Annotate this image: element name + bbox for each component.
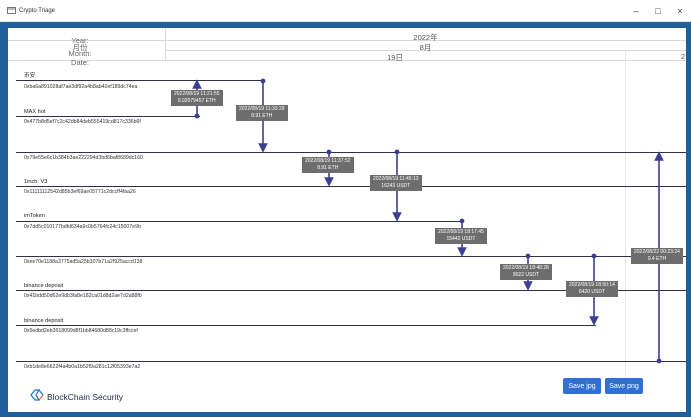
tx-label[interactable]: 2022/08/22 00:23:24 0.4 ETH [631, 248, 683, 264]
tx-label[interactable]: 2022/08/19 18:50:14 6420 USDT [566, 281, 618, 297]
flow-node [394, 149, 400, 155]
logo-icon [30, 388, 44, 406]
tx-label[interactable]: 2022/08/19 11:21:55 8.92079457 ETH [171, 90, 223, 106]
logo-text: BlockChain Security [47, 392, 124, 402]
minimize-button[interactable]: – [625, 0, 647, 22]
app-window: Crypto Triage – □ × Year: 月份 Month: Date… [0, 0, 691, 417]
tx-label[interactable]: 2022/08/19 11:45:13 16243 USDT [370, 175, 422, 191]
flow-node [326, 149, 332, 155]
save-png-button[interactable]: Save png [605, 378, 643, 394]
flow-arrows [192, 78, 664, 364]
flow-node [525, 253, 531, 259]
flow-node [260, 78, 266, 84]
maximize-button[interactable]: □ [647, 0, 669, 22]
flow-node [656, 358, 662, 364]
logo: BlockChain Security [30, 388, 123, 406]
close-button[interactable]: × [669, 0, 691, 22]
flow-node [591, 253, 597, 259]
tx-label[interactable]: 2022/08/19 18:48:28 9022 USDT [500, 264, 552, 280]
app-icon [4, 4, 18, 18]
graph-canvas: Year: 月份 Month: Date: 2022年 8月 19日 2 币安 … [8, 28, 686, 412]
tx-label[interactable]: 2022/08/19 18:17:45 15442 USDT [435, 228, 487, 244]
window-title: Crypto Triage [19, 7, 56, 14]
flow-node [194, 113, 200, 119]
flow-node [459, 218, 465, 224]
title-bar: Crypto Triage – □ × [0, 0, 691, 22]
save-jpg-button[interactable]: Save jpg [563, 378, 601, 394]
tx-label[interactable]: 2022/08/19 11:33:29 8.91 ETH [236, 105, 288, 121]
tx-label[interactable]: 2022/08/19 11:37:52 8.91 ETH [302, 157, 354, 173]
